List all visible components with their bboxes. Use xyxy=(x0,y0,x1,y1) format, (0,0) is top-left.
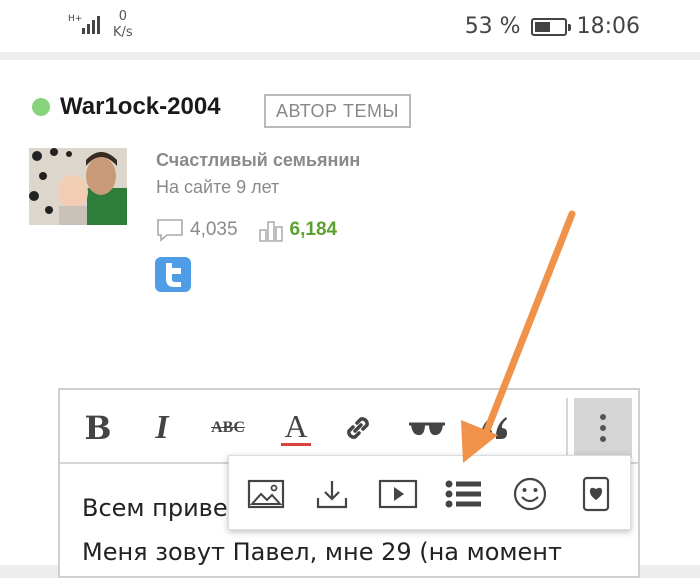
download-icon xyxy=(316,481,348,509)
twitter-icon xyxy=(166,263,181,287)
image-icon xyxy=(247,479,285,509)
author-badge: АВТОР ТЕМЫ xyxy=(264,94,411,128)
spoiler-icon xyxy=(582,476,610,512)
avatar-image xyxy=(29,148,127,225)
bold-button[interactable]: B xyxy=(78,408,118,448)
download-button[interactable] xyxy=(311,474,353,514)
clock: 18:06 xyxy=(576,14,640,39)
bold-label: B xyxy=(84,409,112,447)
posts-count: 4,035 xyxy=(190,219,238,240)
quote-icon xyxy=(480,417,507,439)
font-color-swatch xyxy=(281,442,311,446)
status-right: 53 % 18:06 xyxy=(465,14,640,39)
data-speed-value: 0 xyxy=(118,9,127,24)
link-button[interactable] xyxy=(338,408,378,448)
data-speed-unit: K/s xyxy=(113,25,133,40)
quote-button[interactable] xyxy=(474,408,514,448)
link-icon xyxy=(347,417,369,439)
list-icon xyxy=(445,480,481,508)
battery-percent: 53 % xyxy=(464,14,521,39)
more-options-button[interactable] xyxy=(574,398,632,458)
more-vertical-icon xyxy=(600,414,606,442)
strikethrough-label: ABC xyxy=(211,419,245,436)
toolbar-separator xyxy=(566,398,568,456)
insert-video-button[interactable] xyxy=(377,474,419,514)
reputation-icon xyxy=(258,221,283,242)
twitter-link[interactable] xyxy=(155,257,191,292)
emoji-icon xyxy=(513,477,547,511)
insert-image-button[interactable] xyxy=(245,474,287,514)
comment-icon xyxy=(157,219,183,242)
avatar[interactable] xyxy=(29,148,127,225)
strikethrough-button[interactable]: ABC xyxy=(204,408,252,448)
editor-toolbar: B I ABC A xyxy=(60,390,638,464)
insert-emoji-button[interactable] xyxy=(509,474,551,514)
font-color-label: A xyxy=(284,407,308,444)
signal-icon xyxy=(82,16,100,34)
user-since: На сайте 9 лет xyxy=(156,177,280,197)
user-title: Счастливый семьянин xyxy=(156,150,361,170)
insert-popup-menu xyxy=(228,455,631,530)
glasses-icon xyxy=(409,422,445,436)
user-stats: 4,035 6,184 xyxy=(156,218,337,242)
font-color-button[interactable]: A xyxy=(276,408,316,448)
italic-label: I xyxy=(155,409,169,446)
username[interactable]: War1ock-2004 xyxy=(60,93,221,121)
data-speed: 0 K/s xyxy=(113,9,133,41)
online-indicator xyxy=(32,98,50,116)
status-bar: H+ 0 K/s 53 % 18:06 xyxy=(0,0,700,52)
reputation-count: 6,184 xyxy=(289,219,338,240)
editor-line: Меня зовут Павел, мне 29 (на момент xyxy=(82,538,562,566)
battery-fill xyxy=(534,21,550,32)
spoiler-glasses-button[interactable] xyxy=(404,408,450,448)
italic-button[interactable]: I xyxy=(142,408,182,448)
video-icon xyxy=(378,479,418,509)
insert-spoiler-button[interactable] xyxy=(575,474,617,514)
insert-list-button[interactable] xyxy=(443,474,485,514)
battery-icon xyxy=(530,17,571,36)
